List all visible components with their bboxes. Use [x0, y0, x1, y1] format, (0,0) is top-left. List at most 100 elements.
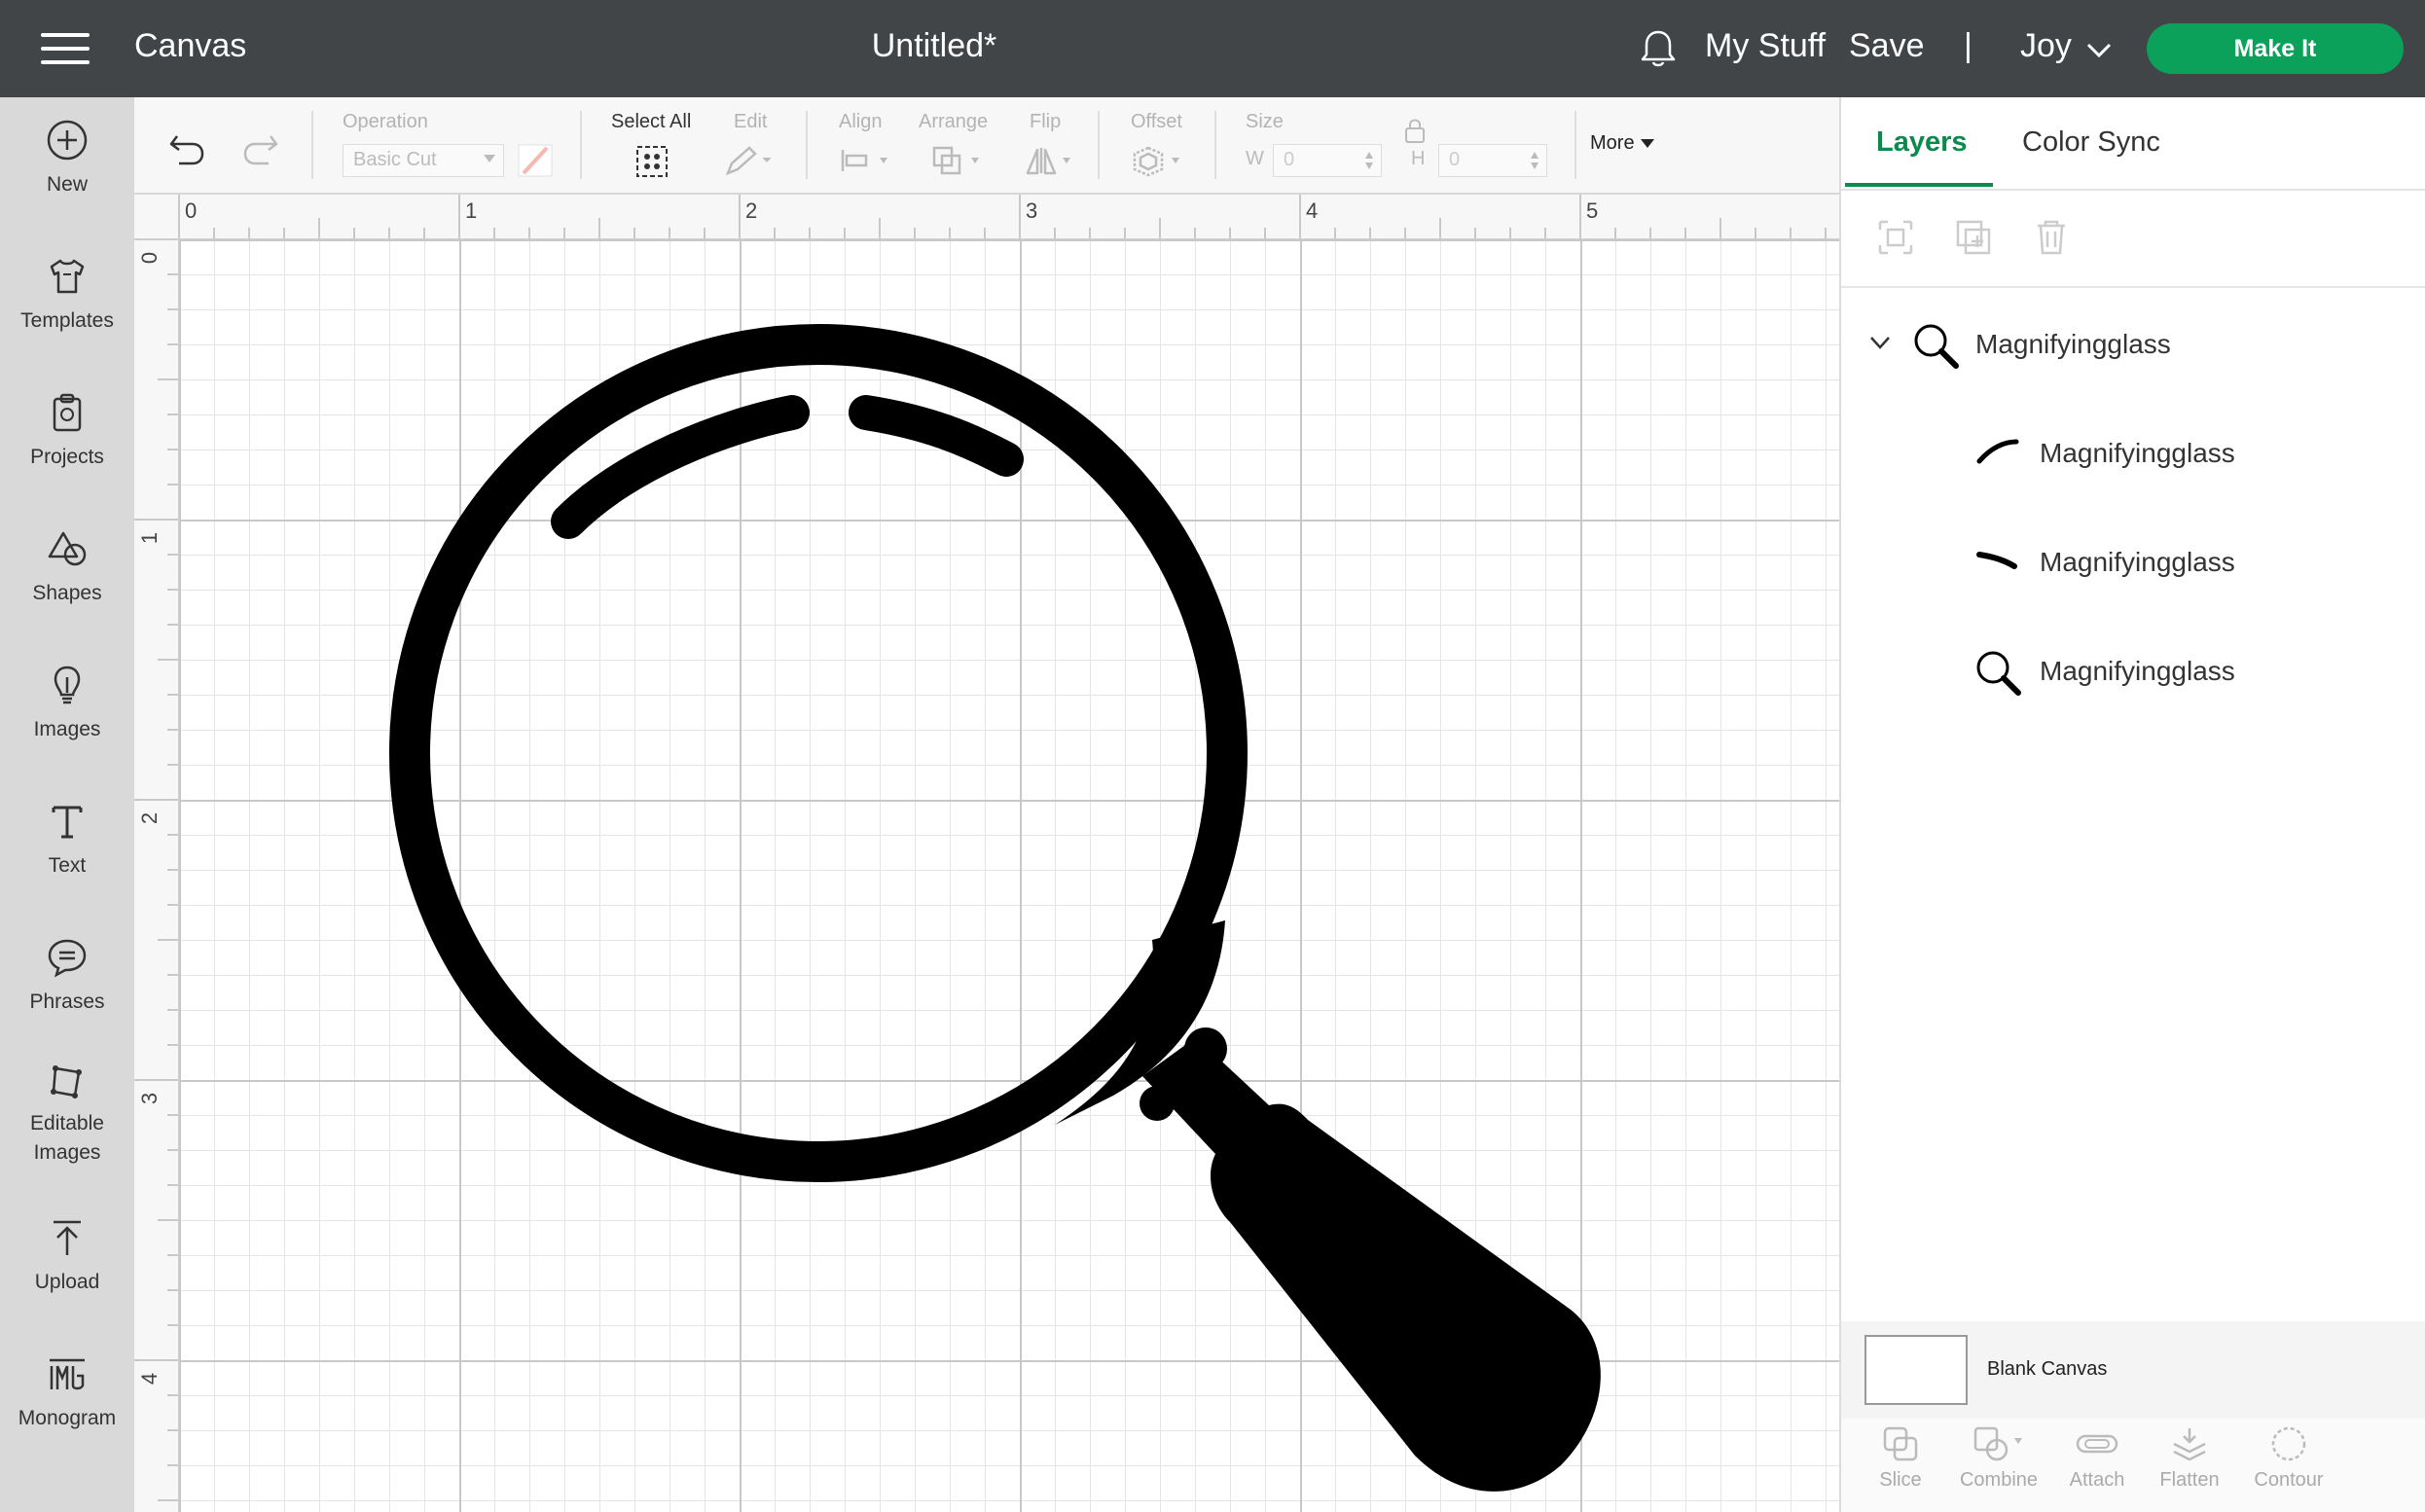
select-all-label[interactable]: Select All: [611, 111, 691, 133]
ruler-label: 4: [1306, 198, 1319, 223]
stepper-arrows-icon[interactable]: [1529, 149, 1540, 172]
edit-label: Edit: [734, 111, 768, 132]
sidebar-item-label: Upload: [34, 1271, 100, 1293]
sidebar-item-editable-images[interactable]: Editable Images: [0, 1061, 134, 1168]
save-button[interactable]: Save: [1849, 27, 1925, 65]
tab-color-sync[interactable]: Color Sync: [2022, 126, 2160, 159]
bottom-toolbar: Slice Combine Attach Flatten Contour: [1841, 1419, 2425, 1512]
header-divider: |: [1964, 27, 1973, 64]
flatten-button[interactable]: Flatten: [2153, 1424, 2226, 1492]
speech-bubble-icon: [48, 939, 87, 978]
sidebar-item-new[interactable]: New: [0, 119, 134, 197]
width-input[interactable]: 0: [1273, 144, 1382, 177]
width-label: W: [1246, 148, 1264, 169]
magnifying-glass-icon: [1914, 324, 1959, 369]
flip-icon[interactable]: [1022, 144, 1076, 177]
sidebar-item-label: Text: [48, 854, 87, 877]
sidebar-item-phrases[interactable]: Phrases: [0, 936, 134, 1014]
operation-select[interactable]: Basic Cut: [343, 144, 504, 177]
chevron-down-icon[interactable]: [1868, 333, 1892, 352]
redo-icon[interactable]: [241, 130, 280, 165]
layer-row[interactable]: Magnifyingglass: [1841, 527, 2425, 595]
duplicate-icon[interactable]: [1954, 218, 1993, 257]
lightbulb-icon: [54, 666, 81, 704]
horizontal-ruler: 0 1 2 3 4 5: [134, 195, 1839, 239]
top-bar: Canvas Untitled* My Stuff Save | Joy Mak…: [0, 0, 2425, 97]
sidebar-item-monogram[interactable]: Monogram: [0, 1352, 134, 1430]
make-it-button[interactable]: Make It: [2147, 23, 2404, 74]
size-label: Size: [1246, 111, 1284, 132]
sidebar-item-text[interactable]: Text: [0, 800, 134, 878]
bell-icon[interactable]: [1637, 27, 1680, 70]
sidebar-item-upload[interactable]: Upload: [0, 1216, 134, 1294]
layer-name: Magnifyingglass: [2040, 547, 2235, 577]
contour-button[interactable]: Contour: [2246, 1424, 2332, 1492]
layer-group-name: Magnifyingglass: [1975, 329, 2171, 359]
blank-canvas-swatch[interactable]: [1864, 1335, 1968, 1405]
blank-canvas-label: Blank Canvas: [1987, 1358, 2108, 1380]
offset-label: Offset: [1131, 111, 1182, 132]
align-icon[interactable]: [839, 146, 893, 175]
offset-icon[interactable]: [1131, 144, 1185, 179]
edit-toolbar: Operation Basic Cut Select All Edit Alig…: [134, 97, 1839, 195]
ruler-label: 0: [185, 198, 198, 223]
more-button[interactable]: More: [1590, 132, 1654, 155]
layer-name: Magnifyingglass: [2040, 438, 2235, 468]
ruler-label: 3: [137, 1092, 163, 1105]
blank-canvas-row[interactable]: Blank Canvas: [1841, 1321, 2425, 1419]
chevron-down-icon[interactable]: [2084, 35, 2114, 64]
pencil-icon[interactable]: [724, 144, 773, 177]
sidebar-item-images[interactable]: Images: [0, 664, 134, 741]
height-label: H: [1411, 148, 1426, 169]
select-all-icon[interactable]: [634, 144, 670, 179]
combine-button[interactable]: Combine: [1950, 1424, 2047, 1492]
flatten-label: Flatten: [2159, 1469, 2220, 1491]
sidebar-item-projects[interactable]: Projects: [0, 391, 134, 469]
left-sidebar: New Templates Projects Shapes Images Tex…: [0, 97, 134, 1512]
arc-left-icon: [1976, 439, 2019, 464]
layer-group-row[interactable]: Magnifyingglass: [1841, 309, 2425, 378]
active-tab-indicator: [1845, 183, 1993, 187]
ruler-label: 5: [1586, 198, 1599, 223]
sidebar-item-label: Phrases: [29, 990, 105, 1013]
layer-row[interactable]: Magnifyingglass: [1841, 636, 2425, 704]
paperclip-icon: [2076, 1434, 2118, 1454]
group-icon[interactable]: [1876, 218, 1915, 257]
operation-label: Operation: [343, 111, 428, 132]
magnifying-glass-artwork[interactable]: [179, 239, 1839, 1512]
attach-button[interactable]: Attach: [2063, 1424, 2131, 1492]
arrange-icon[interactable]: [930, 144, 985, 177]
document-title[interactable]: Untitled*: [0, 27, 1868, 65]
slice-button[interactable]: Slice: [1870, 1424, 1931, 1492]
vertical-ruler: 0 1 2 3 4: [134, 239, 179, 1512]
magnifying-glass-icon: [1976, 651, 2021, 696]
ruler-label: 2: [745, 198, 758, 223]
flatten-icon: [2173, 1428, 2206, 1461]
tab-layers[interactable]: Layers: [1876, 126, 1968, 159]
sidebar-item-label: Monogram: [18, 1407, 117, 1429]
my-stuff-link[interactable]: My Stuff: [1705, 27, 1826, 65]
stepper-arrows-icon[interactable]: [1363, 149, 1375, 172]
height-input[interactable]: 0: [1438, 144, 1547, 177]
sidebar-item-label: Images: [33, 718, 101, 740]
clipboard-icon: [53, 393, 82, 432]
editable-images-icon: [51, 1065, 82, 1098]
ruler-ticks: [134, 239, 178, 1501]
contour-label: Contour: [2254, 1469, 2324, 1491]
design-canvas[interactable]: [179, 239, 1839, 1512]
color-swatch-icon[interactable]: [518, 144, 553, 177]
ruler-ticks: [178, 195, 1827, 238]
layer-row[interactable]: Magnifyingglass: [1841, 418, 2425, 486]
user-menu[interactable]: Joy: [2020, 27, 2072, 65]
combine-label: Combine: [1959, 1469, 2039, 1491]
undo-icon[interactable]: [167, 130, 206, 165]
tshirt-icon: [50, 259, 85, 294]
sidebar-item-label: Projects: [30, 446, 104, 468]
text-t-icon: [52, 806, 83, 839]
lock-icon[interactable]: [1403, 117, 1427, 144]
arrange-label: Arrange: [919, 111, 989, 132]
operation-value: Basic Cut: [353, 149, 437, 170]
sidebar-item-shapes[interactable]: Shapes: [0, 527, 134, 605]
trash-icon[interactable]: [2032, 218, 2071, 257]
sidebar-item-templates[interactable]: Templates: [0, 255, 134, 333]
